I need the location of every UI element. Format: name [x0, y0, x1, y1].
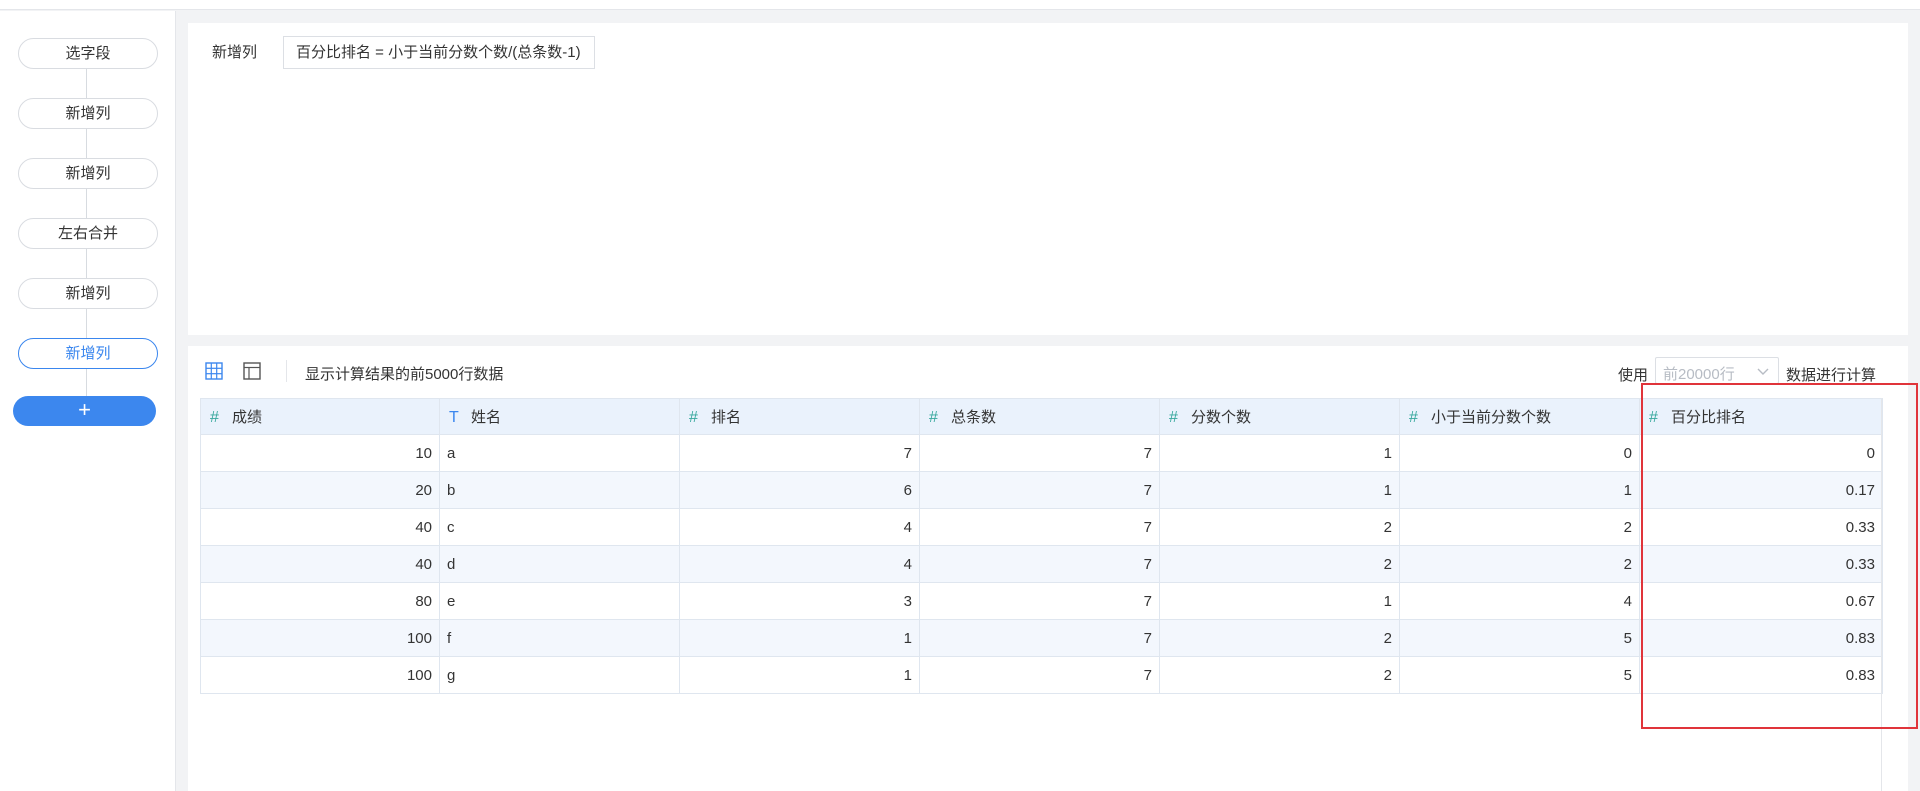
table-cell: 0.83 — [1639, 619, 1883, 657]
table-cell: 40 — [200, 545, 440, 583]
table-cell: 100 — [200, 656, 440, 694]
table-cell: 20 — [200, 471, 440, 509]
table-cell: 0.67 — [1639, 582, 1883, 620]
table-cell: 2 — [1399, 508, 1640, 546]
grid-view-icon[interactable] — [205, 362, 223, 380]
number-type-icon: # — [210, 409, 219, 426]
number-type-icon: # — [929, 409, 938, 426]
table-cell: 100 — [200, 619, 440, 657]
table-cell: 7 — [919, 471, 1160, 509]
preview-description: 显示计算结果的前5000行数据 — [305, 366, 504, 383]
table-cell: 0.17 — [1639, 471, 1883, 509]
table-cell: 5 — [1399, 656, 1640, 694]
table-cell: 4 — [1399, 582, 1640, 620]
table-cell: b — [439, 471, 680, 509]
step-add-column-3[interactable]: 新增列 — [18, 278, 158, 309]
row-limit-placeholder: 前20000行 — [1663, 366, 1735, 383]
table-cell: 0 — [1639, 434, 1883, 472]
layout-view-icon[interactable] — [243, 362, 261, 380]
table-cell: 0 — [1399, 434, 1640, 472]
table-cell: 2 — [1399, 545, 1640, 583]
row-limit-select[interactable]: 前20000行 — [1655, 357, 1779, 384]
table-cell: 6 — [679, 471, 920, 509]
table-cell: 7 — [919, 434, 1160, 472]
formula-panel: 新增列 百分比排名 = 小于当前分数个数/(总条数-1) — [188, 23, 1908, 335]
column-header-name[interactable]: T 姓名 — [439, 398, 680, 435]
table-right-edge — [1881, 398, 1882, 791]
number-type-icon: # — [1409, 409, 1418, 426]
step-select-fields[interactable]: 选字段 — [18, 38, 158, 69]
add-step-button[interactable]: + — [13, 396, 156, 426]
table-cell: 10 — [200, 434, 440, 472]
chevron-down-icon — [1757, 368, 1769, 375]
formula-expression-field[interactable]: 百分比排名 = 小于当前分数个数/(总条数-1) — [283, 36, 595, 69]
table-cell: f — [439, 619, 680, 657]
column-header-total-count[interactable]: # 总条数 — [919, 398, 1160, 435]
column-header-score[interactable]: # 成绩 — [200, 398, 440, 435]
use-label: 使用 — [1618, 367, 1649, 384]
table-cell: 7 — [919, 545, 1160, 583]
table-header-row: # 成绩 T 姓名 # 排名 # 总条数 # 分数个数 # 小于当前分数个数 # 百分比排名 — [200, 398, 1883, 435]
number-type-icon: # — [1649, 409, 1658, 426]
top-bar — [0, 0, 1920, 10]
step-add-column-1[interactable]: 新增列 — [18, 98, 158, 129]
table-cell: 7 — [919, 619, 1160, 657]
column-header-rank[interactable]: # 排名 — [679, 398, 920, 435]
result-table: # 成绩 T 姓名 # 排名 # 总条数 # 分数个数 # 小于当前分数个数 # 百分比排名 … — [200, 398, 1883, 694]
table-cell: g — [439, 656, 680, 694]
column-header-percent-rank[interactable]: # 百分比排名 — [1639, 398, 1883, 435]
table-cell: 40 — [200, 508, 440, 546]
table-cell: 0.33 — [1639, 545, 1883, 583]
toolbar-separator — [286, 360, 287, 382]
table-cell: 2 — [1159, 619, 1400, 657]
table-cell: 7 — [679, 434, 920, 472]
table-row: 40 d 4 7 2 2 0.33 — [200, 545, 1883, 583]
data-preview-panel: 显示计算结果的前5000行数据 使用 前20000行 数据进行计算 # 成绩 T姓… — [188, 346, 1908, 791]
number-type-icon: # — [1169, 409, 1178, 426]
table-cell: 7 — [919, 508, 1160, 546]
table-cell: 1 — [1399, 471, 1640, 509]
table-cell: 1 — [1159, 582, 1400, 620]
step-merge-lr[interactable]: 左右合并 — [18, 218, 158, 249]
table-cell: e — [439, 582, 680, 620]
table-cell: 80 — [200, 582, 440, 620]
table-cell: 1 — [679, 619, 920, 657]
table-row: 40 c 4 7 2 2 0.33 — [200, 508, 1883, 546]
text-type-icon: T — [449, 409, 459, 426]
table-cell: 3 — [679, 582, 920, 620]
table-cell: 0.33 — [1639, 508, 1883, 546]
table-row: 80 e 3 7 1 4 0.67 — [200, 582, 1883, 620]
formula-label: 新增列 — [212, 44, 258, 61]
table-cell: c — [439, 508, 680, 546]
table-cell: 2 — [1159, 545, 1400, 583]
table-cell: 4 — [679, 508, 920, 546]
table-row: 100 f 1 7 2 5 0.83 — [200, 619, 1883, 657]
table-cell: 5 — [1399, 619, 1640, 657]
column-header-less-than-count[interactable]: # 小于当前分数个数 — [1399, 398, 1640, 435]
calc-label: 数据进行计算 — [1786, 367, 1877, 384]
table-row: 10 a 7 7 1 0 0 — [200, 434, 1883, 472]
pipeline-sidebar: 选字段 新增列 新增列 左右合并 新增列 新增列 + — [0, 11, 176, 791]
table-cell: 1 — [1159, 434, 1400, 472]
column-header-score-count[interactable]: # 分数个数 — [1159, 398, 1400, 435]
table-cell: d — [439, 545, 680, 583]
table-row: 100 g 1 7 2 5 0.83 — [200, 656, 1883, 694]
table-cell: 1 — [1159, 471, 1400, 509]
table-cell: 7 — [919, 582, 1160, 620]
table-cell: 4 — [679, 545, 920, 583]
table-row: 20 b 6 7 1 1 0.17 — [200, 471, 1883, 509]
table-cell: 0.83 — [1639, 656, 1883, 694]
number-type-icon: # — [689, 409, 698, 426]
table-cell: 1 — [679, 656, 920, 694]
table-cell: a — [439, 434, 680, 472]
step-add-column-4-active[interactable]: 新增列 — [18, 338, 158, 369]
table-cell: 7 — [919, 656, 1160, 694]
table-cell: 2 — [1159, 656, 1400, 694]
step-add-column-2[interactable]: 新增列 — [18, 158, 158, 189]
table-cell: 2 — [1159, 508, 1400, 546]
